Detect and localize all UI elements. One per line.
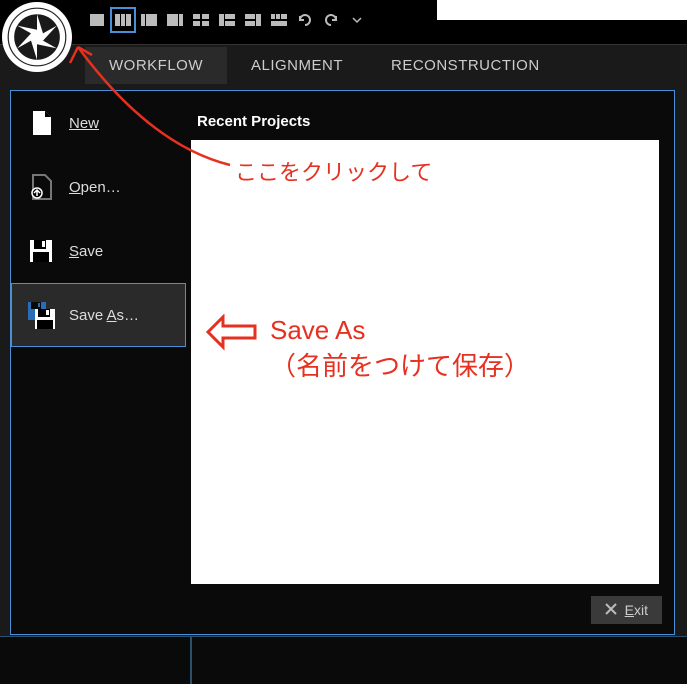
bottom-panel-bg [0,636,687,684]
layout-grid-a-icon[interactable] [189,8,213,32]
dropdown-arrow-icon[interactable] [345,8,369,32]
menu-item-save[interactable]: Save [11,219,186,283]
save-as-icon [27,301,55,329]
layout-toolbar [85,8,369,32]
menu-sidebar: New Open… Save [11,91,186,634]
save-icon [27,237,55,265]
layout-2col-right-icon[interactable] [163,8,187,32]
layout-grid-d-icon[interactable] [267,8,291,32]
exit-label: Exit [625,602,648,618]
exit-button[interactable]: Exit [591,596,662,624]
tab-alignment[interactable]: ALIGNMENT [227,47,367,84]
tab-reconstruction[interactable]: RECONSTRUCTION [367,47,564,84]
application-menu: New Open… Save [10,90,675,635]
menu-item-label: Save As… [69,307,139,324]
layout-2col-left-icon[interactable] [137,8,161,32]
redo-icon[interactable] [319,8,343,32]
tab-workflow[interactable]: WORKFLOW [85,47,227,84]
layout-grid-b-icon[interactable] [215,8,239,32]
ribbon-tabs: WORKFLOW ALIGNMENT RECONSTRUCTION [85,45,687,85]
app-logo[interactable] [2,2,72,72]
recent-projects-list [191,140,659,584]
recent-projects-panel: Recent Projects [191,101,659,584]
aperture-icon [7,7,67,67]
menu-item-label: Save [69,243,103,260]
undo-icon[interactable] [293,8,317,32]
menu-item-label: Open… [69,179,121,196]
menu-item-save-as[interactable]: Save As… [11,283,186,347]
open-file-icon [27,173,55,201]
layout-single-icon[interactable] [85,8,109,32]
menu-item-label: New [69,115,99,132]
menu-item-open[interactable]: Open… [11,155,186,219]
new-file-icon [27,109,55,137]
top-white-strip [437,0,687,20]
recent-projects-title: Recent Projects [191,101,659,140]
menu-item-new[interactable]: New [11,91,186,155]
layout-3col-icon[interactable] [111,8,135,32]
close-icon [605,602,617,618]
layout-grid-c-icon[interactable] [241,8,265,32]
